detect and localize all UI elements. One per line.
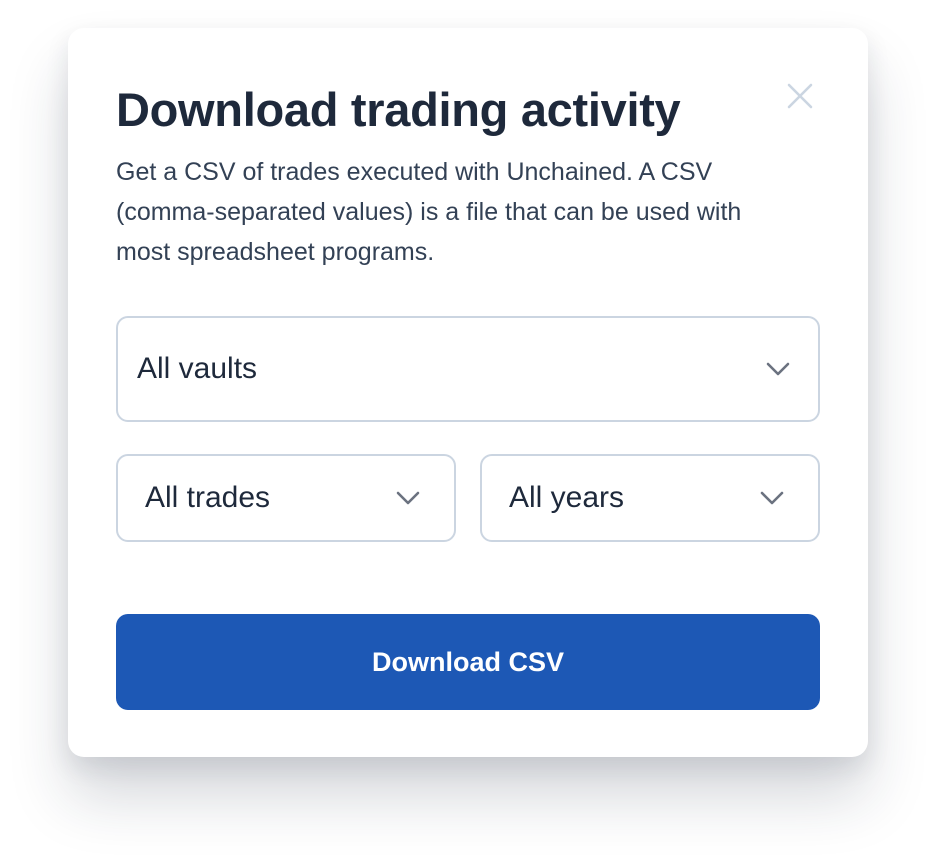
years-select-value: All years xyxy=(509,481,625,514)
chevron-down-icon xyxy=(766,362,790,376)
trades-select[interactable]: All trades xyxy=(116,454,456,542)
dialog-title: Download trading activity xyxy=(116,83,681,136)
years-select[interactable]: All years xyxy=(480,454,820,542)
trades-select-value: All trades xyxy=(145,481,271,514)
close-icon xyxy=(787,83,813,109)
download-csv-button[interactable]: Download CSV xyxy=(116,614,820,710)
dialog-description: Get a CSV of trades executed with Unchai… xyxy=(116,158,742,266)
chevron-down-icon xyxy=(396,491,420,505)
vaults-select[interactable]: All vaults xyxy=(116,316,820,422)
close-button[interactable] xyxy=(784,80,816,112)
vaults-select-value: All vaults xyxy=(137,352,258,385)
chevron-down-icon xyxy=(760,491,784,505)
download-dialog: Download trading activity Get a CSV of t… xyxy=(68,28,868,757)
